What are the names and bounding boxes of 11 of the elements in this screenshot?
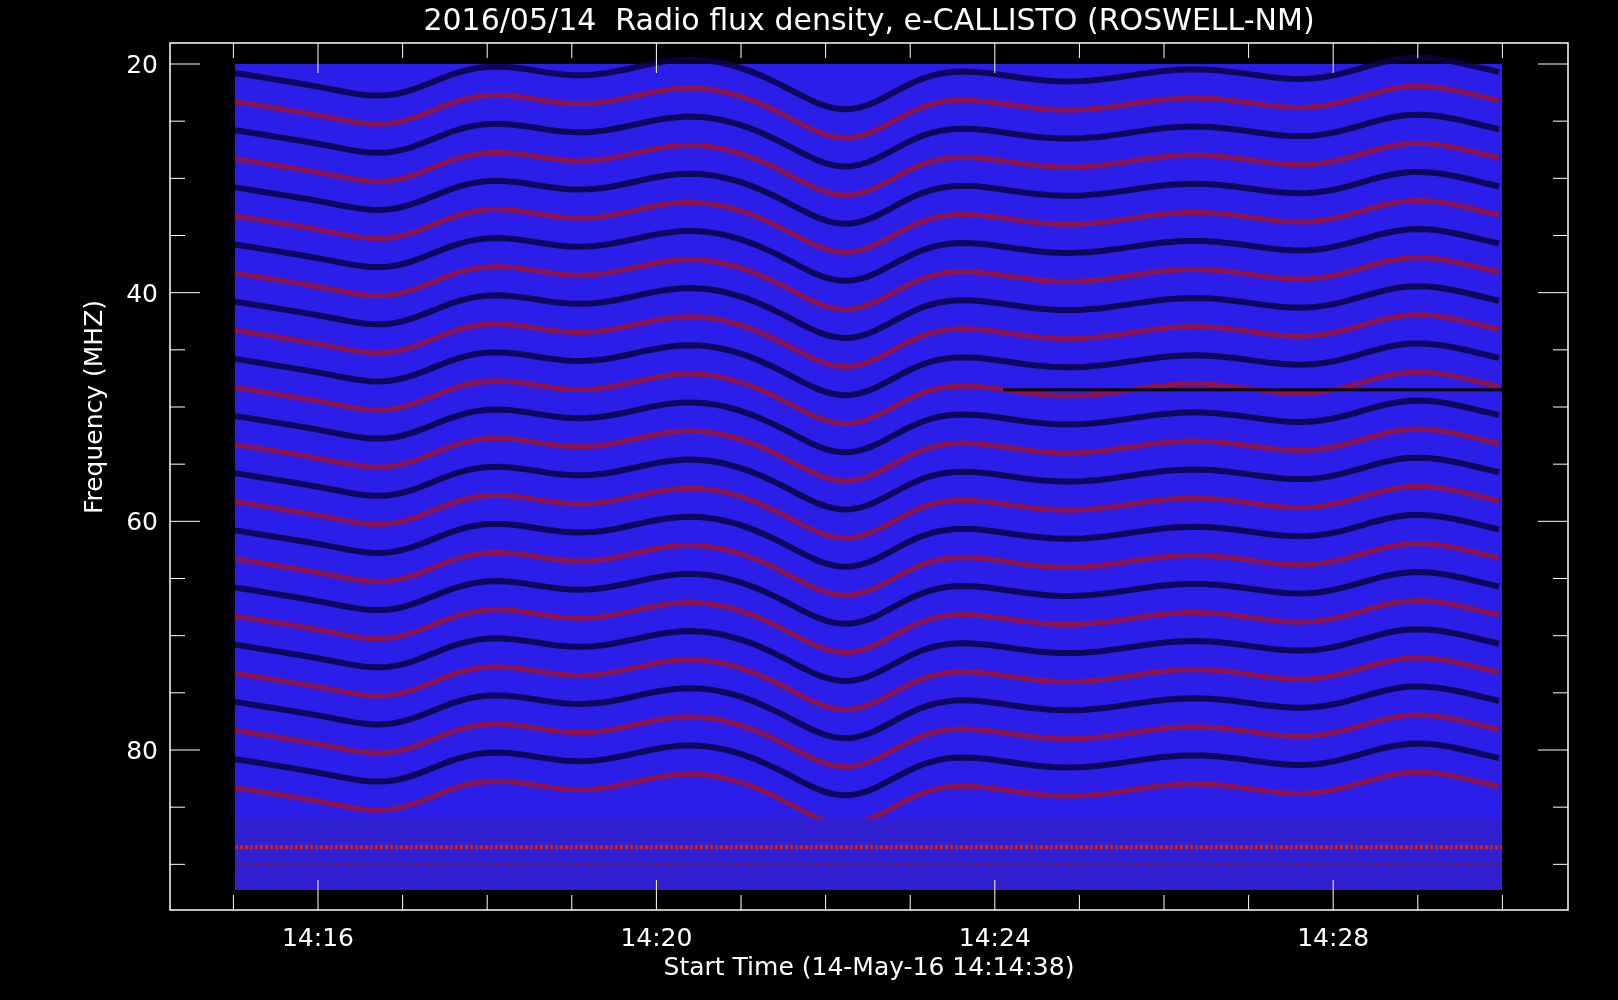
y-tick-label: 60	[126, 507, 158, 537]
y-tick-label: 40	[126, 278, 158, 308]
y-tick-label: 20	[126, 50, 158, 79]
x-tick-label: 14:24	[958, 923, 1031, 952]
chart-title: 2016/05/14 Radio flux density, e-CALLISTO (ROSWELL-NM)	[423, 2, 1315, 37]
x-tick-label: 14:16	[282, 923, 354, 952]
x-tick-label: 14:20	[620, 923, 693, 952]
y-axis-label: Frequency (MHZ)	[79, 299, 108, 515]
x-axis-label: Start Time (14-May-16 14:14:38)	[663, 952, 1075, 981]
x-tick-label: 14:28	[1297, 923, 1370, 952]
y-tick-label: 80	[126, 736, 158, 765]
